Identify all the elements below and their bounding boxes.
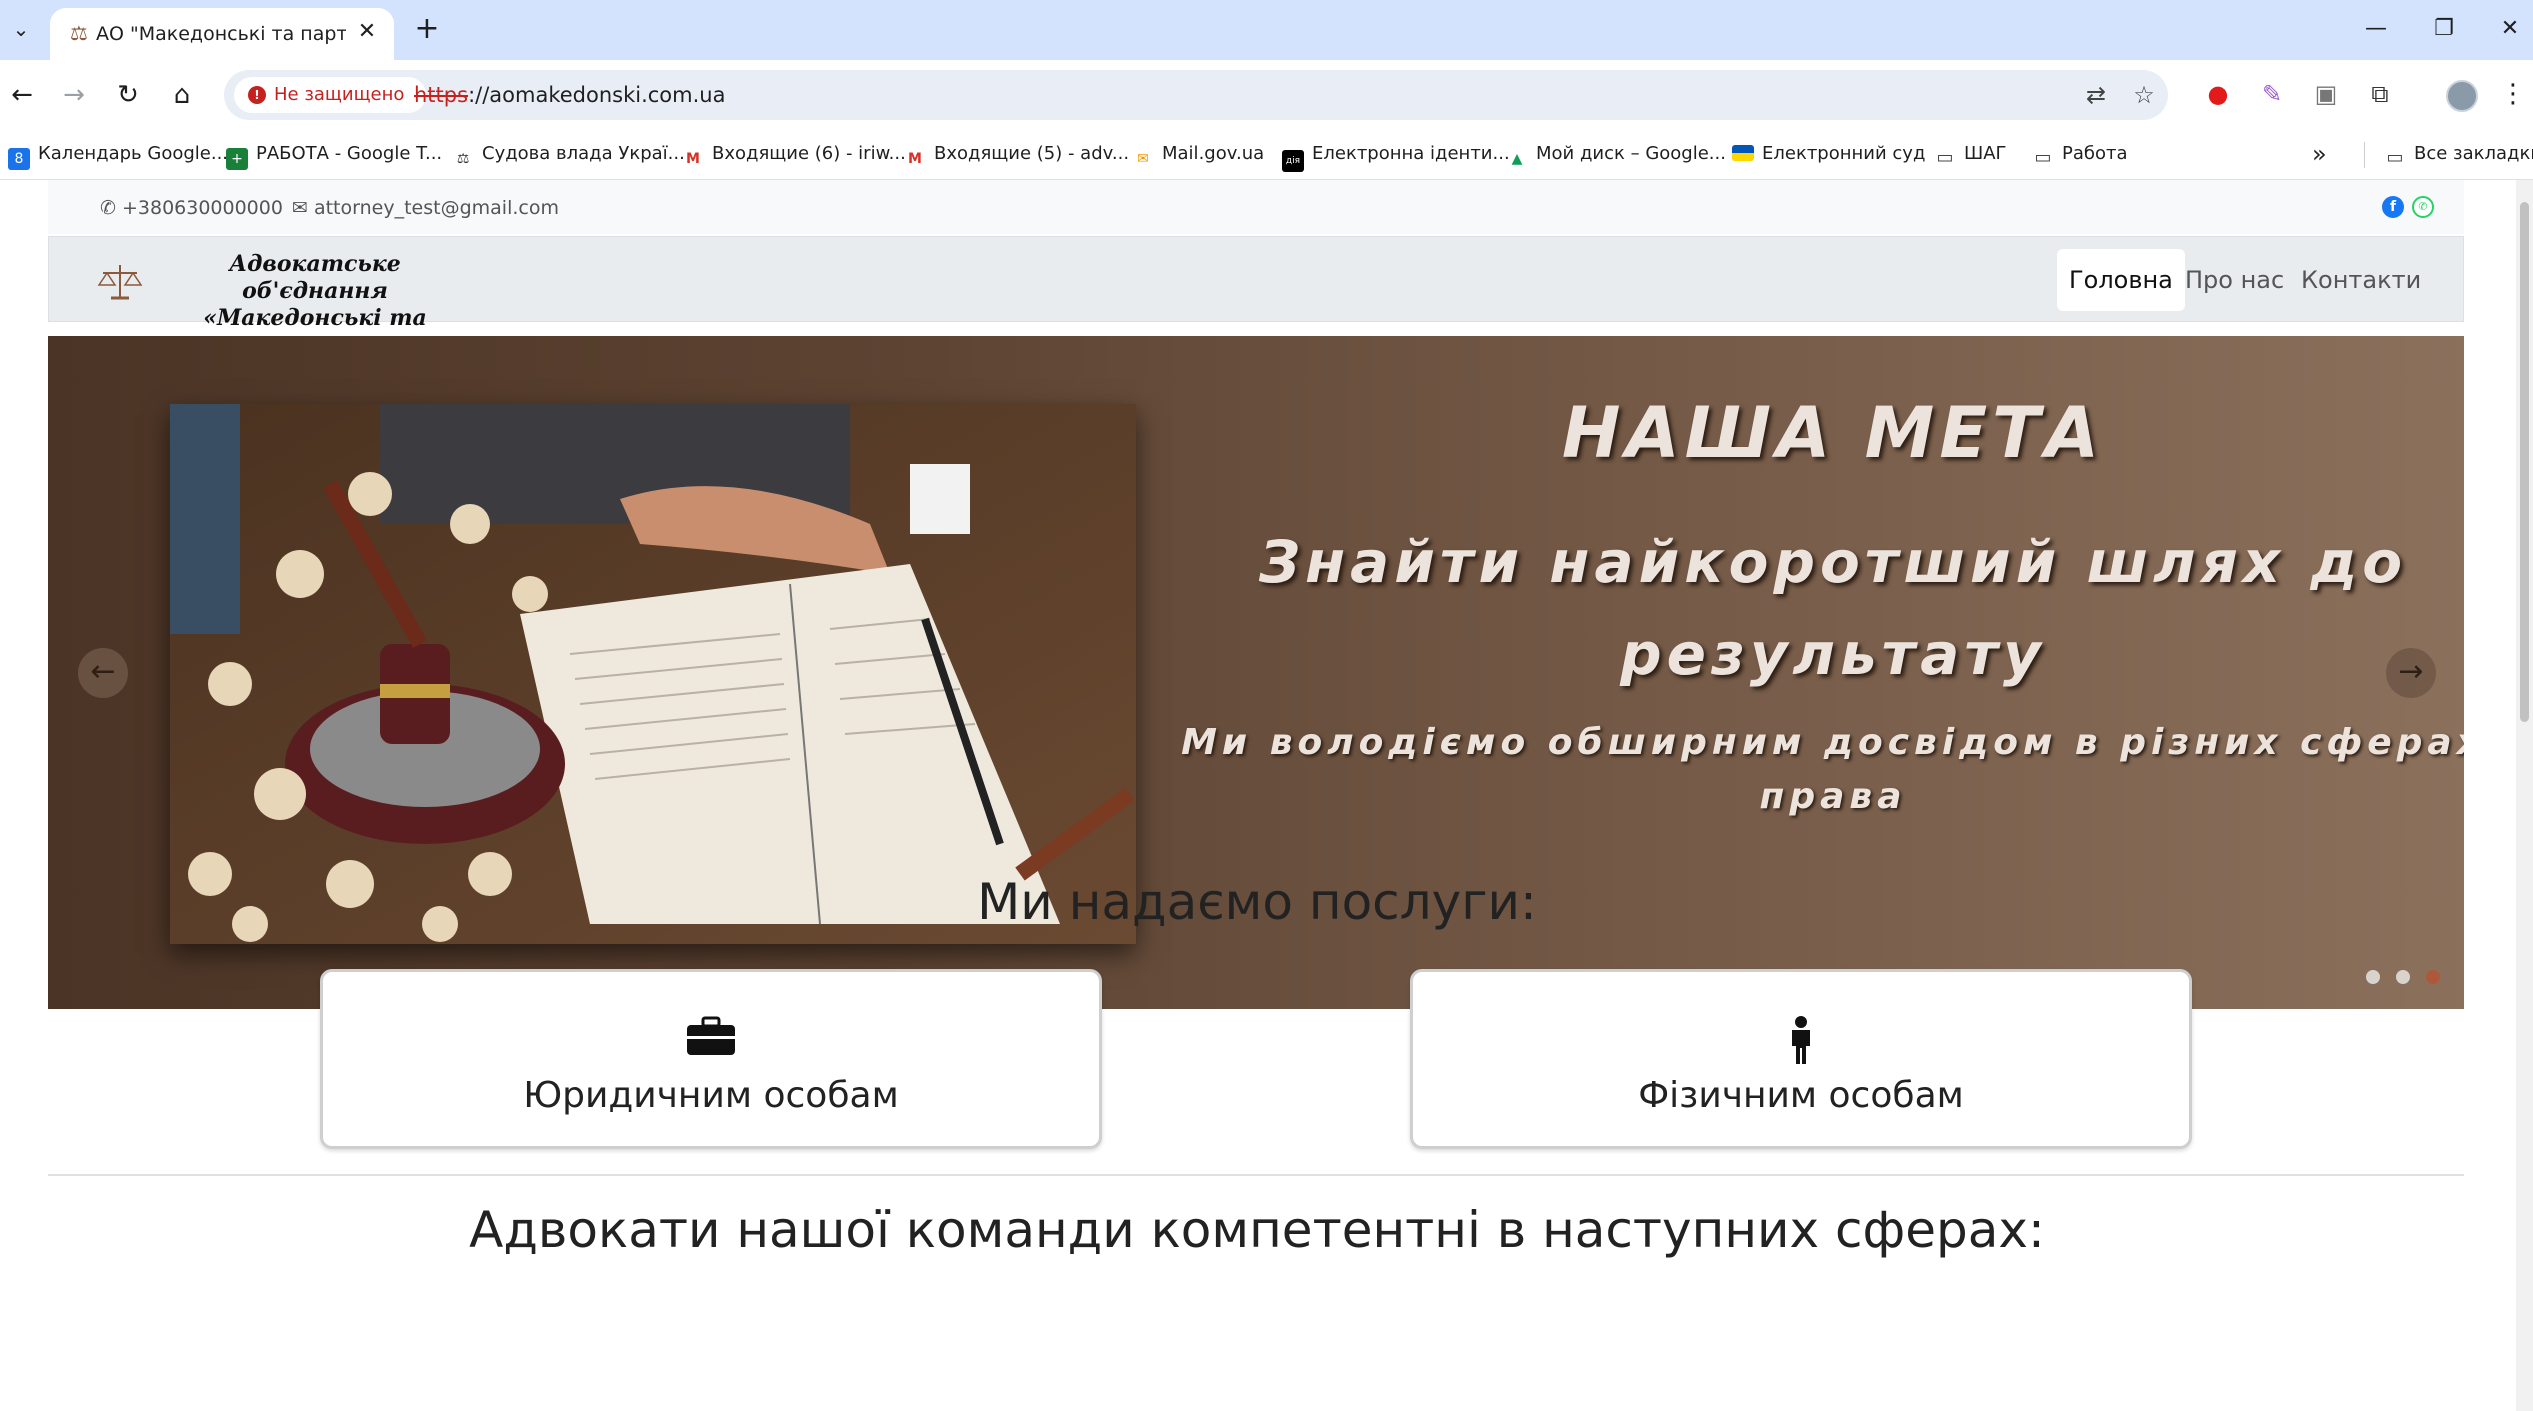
- tab-strip: ⌄ ⚖ АО "Македонські та партнери" ✕ + — ❐…: [0, 0, 2533, 60]
- bookmarks-divider: [2364, 142, 2365, 168]
- bookmark-folder[interactable]: ▭ Работа: [2032, 140, 2127, 168]
- new-tab-button[interactable]: +: [412, 12, 442, 46]
- service-label: Юридичним особам: [523, 1075, 899, 1116]
- bookmark-item[interactable]: ✉ Mail.gov.ua: [1132, 140, 1264, 168]
- gmail-icon: M: [908, 151, 922, 167]
- service-label: Фізичним особам: [1638, 1075, 1964, 1116]
- more-bookmarks-icon[interactable]: »: [2312, 140, 2327, 168]
- browser-toolbar: ← → ↻ ⌂ ! Не защищено https://aomakedons…: [0, 60, 2533, 130]
- google-calendar-icon: 8: [8, 148, 30, 170]
- bookmark-item[interactable]: M Входящие (5) - adv...: [904, 140, 1129, 168]
- contact-topbar: ✆ +380630000000 ✉ attorney_test@gmail.co…: [48, 180, 2464, 234]
- whatsapp-icon[interactable]: ✆: [2412, 196, 2434, 218]
- back-arrow-icon[interactable]: ←: [2, 75, 42, 115]
- folder-icon: ▭: [2386, 147, 2404, 168]
- google-drive-icon: ▲: [1511, 151, 1523, 167]
- home-icon[interactable]: ⌂: [162, 75, 202, 115]
- restore-button[interactable]: ❐: [2422, 12, 2466, 46]
- gmail-icon: M: [686, 151, 700, 167]
- envelope-icon: ✉: [292, 197, 308, 219]
- folder-icon: ▭: [1936, 147, 1954, 168]
- scales-favicon-icon: ⚖: [70, 21, 88, 45]
- person-icon: [1413, 1016, 2189, 1064]
- tab-title: АО "Македонські та партнери": [96, 23, 346, 45]
- diia-icon: дія: [1282, 150, 1304, 172]
- pen-extension-icon[interactable]: ✎: [2254, 76, 2290, 112]
- carousel-prev-icon[interactable]: ←: [78, 648, 128, 698]
- phone-icon: ✆: [100, 197, 116, 219]
- facebook-icon[interactable]: f: [2382, 196, 2404, 218]
- bookmark-item[interactable]: M Входящие (6) - iriw...: [682, 140, 906, 168]
- opera-extension-icon[interactable]: ●: [2200, 76, 2236, 112]
- tab-close-icon[interactable]: ✕: [354, 19, 380, 45]
- translate-icon[interactable]: ⇄: [2080, 79, 2112, 111]
- tab-search-chevron-icon[interactable]: ⌄: [6, 14, 36, 44]
- security-chip[interactable]: ! Не защищено: [234, 77, 426, 113]
- address-bar[interactable]: ! Не защищено https://aomakedonski.com.u…: [224, 70, 2168, 120]
- nav-about[interactable]: Про нас: [2173, 249, 2296, 311]
- ukraine-flag-icon: [1732, 145, 1754, 161]
- profile-avatar[interactable]: [2446, 80, 2478, 112]
- carousel-indicator[interactable]: [2366, 970, 2380, 984]
- nav-home[interactable]: Головна: [2057, 249, 2185, 311]
- browser-menu-icon[interactable]: ⋮: [2500, 76, 2526, 112]
- url-text[interactable]: https://aomakedonski.com.ua: [414, 82, 725, 108]
- forward-arrow-icon[interactable]: →: [54, 75, 94, 115]
- close-window-button[interactable]: ✕: [2488, 12, 2532, 46]
- security-label: Не защищено: [274, 84, 405, 105]
- extension-grey-icon[interactable]: ▣: [2308, 76, 2344, 112]
- carousel-indicator[interactable]: [2396, 970, 2410, 984]
- nav-contacts[interactable]: Контакти: [2289, 249, 2433, 311]
- hero-description: Ми володіємо обширним досвідом в різних …: [1181, 722, 2464, 817]
- hero-subtitle: Знайти найкоротший шлях до результату: [1258, 528, 2408, 688]
- google-sheets-icon: +: [226, 148, 248, 170]
- bookmark-item[interactable]: 8 Календарь Google...: [8, 140, 228, 170]
- carousel-next-icon[interactable]: →: [2386, 648, 2436, 698]
- bookmark-item[interactable]: Електронний суд: [1732, 140, 1925, 168]
- warning-icon: !: [248, 86, 266, 104]
- extensions-puzzle-icon[interactable]: ⧉: [2362, 76, 2398, 112]
- scales-logo-icon[interactable]: [97, 259, 143, 305]
- folder-icon: ▭: [2034, 147, 2052, 168]
- mail-gov-icon: ✉: [1137, 151, 1149, 167]
- service-card-legal-entities[interactable]: Юридичним особам: [320, 969, 1102, 1149]
- page-scrollbar[interactable]: [2516, 180, 2533, 1411]
- themis-icon: ⚖: [456, 151, 470, 167]
- competence-title: Адвокати нашої команди компетентні в нас…: [469, 1201, 2045, 1259]
- active-tab[interactable]: ⚖ АО "Македонські та партнери" ✕: [50, 8, 394, 60]
- hero-legal-image: [170, 404, 1136, 944]
- bookmark-folder[interactable]: ▭ ШАГ: [1934, 140, 2006, 168]
- all-bookmarks-button[interactable]: ▭ Все закладки: [2384, 140, 2533, 168]
- service-card-individuals[interactable]: Фізичним особам: [1410, 969, 2192, 1149]
- phone-contact[interactable]: ✆ +380630000000: [100, 196, 283, 220]
- services-title: Ми надаємо послуги:: [977, 873, 1537, 931]
- bookmark-item[interactable]: + РАБОТА - Google T...: [226, 140, 442, 170]
- web-page: ✆ +380630000000 ✉ attorney_test@gmail.co…: [0, 180, 2533, 1411]
- email-contact[interactable]: ✉ attorney_test@gmail.com: [292, 196, 559, 220]
- bookmarks-bar: 8 Календарь Google... + РАБОТА - Google T.…: [0, 130, 2533, 180]
- site-navbar: Адвокатське об'єднання «Македонські та п…: [48, 236, 2464, 358]
- bookmark-star-icon[interactable]: ☆: [2128, 79, 2160, 111]
- briefcase-icon: [323, 1016, 1099, 1060]
- minimize-button[interactable]: —: [2354, 12, 2398, 46]
- hero-title: НАША МЕТА: [1561, 392, 2105, 474]
- carousel-indicator[interactable]: [2426, 970, 2440, 984]
- bookmark-item[interactable]: ⚖ Судова влада Украї...: [452, 140, 685, 168]
- scrollbar-thumb[interactable]: [2520, 202, 2529, 722]
- bookmark-item[interactable]: ▲ Мой диск – Google...: [1506, 140, 1726, 168]
- bookmark-item[interactable]: дія Електронна іденти...: [1282, 140, 1510, 172]
- section-divider: [48, 1174, 2464, 1176]
- reload-icon[interactable]: ↻: [108, 75, 148, 115]
